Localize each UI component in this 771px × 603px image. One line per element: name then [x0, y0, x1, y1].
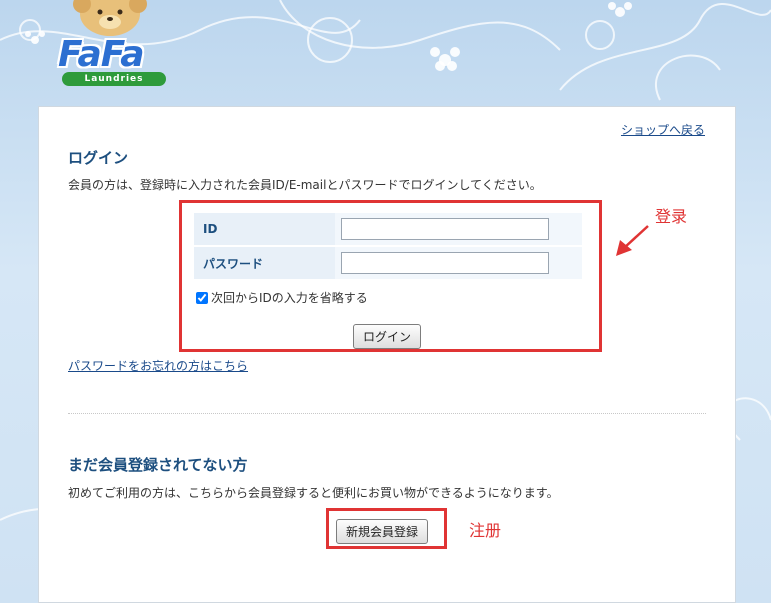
forgot-password-link[interactable]: パスワードをお忘れの方はこちら — [68, 357, 248, 374]
login-title: ログイン — [68, 149, 129, 167]
back-to-shop-link[interactable]: ショップへ戻る — [621, 121, 705, 138]
login-annotation: 登录 — [655, 207, 688, 226]
register-highlight-box — [326, 508, 447, 549]
fafa-logo[interactable]: FaFa Laundries — [48, 0, 178, 95]
register-title: まだ会員登録されてない方 — [68, 456, 248, 474]
logo-subtitle: Laundries — [62, 72, 166, 86]
register-annotation: 注册 — [469, 521, 502, 540]
logo-wordmark: FaFa — [58, 34, 145, 75]
register-description: 初めてご利用の方は、こちらから会員登録すると便利にお買い物ができるようになります… — [68, 486, 559, 500]
section-divider — [68, 413, 706, 414]
annotation-arrow-icon — [616, 225, 649, 256]
login-description: 会員の方は、登録時に入力された会員ID/E-mailとパスワードでログインしてく… — [68, 178, 542, 192]
login-highlight-box — [179, 200, 602, 352]
